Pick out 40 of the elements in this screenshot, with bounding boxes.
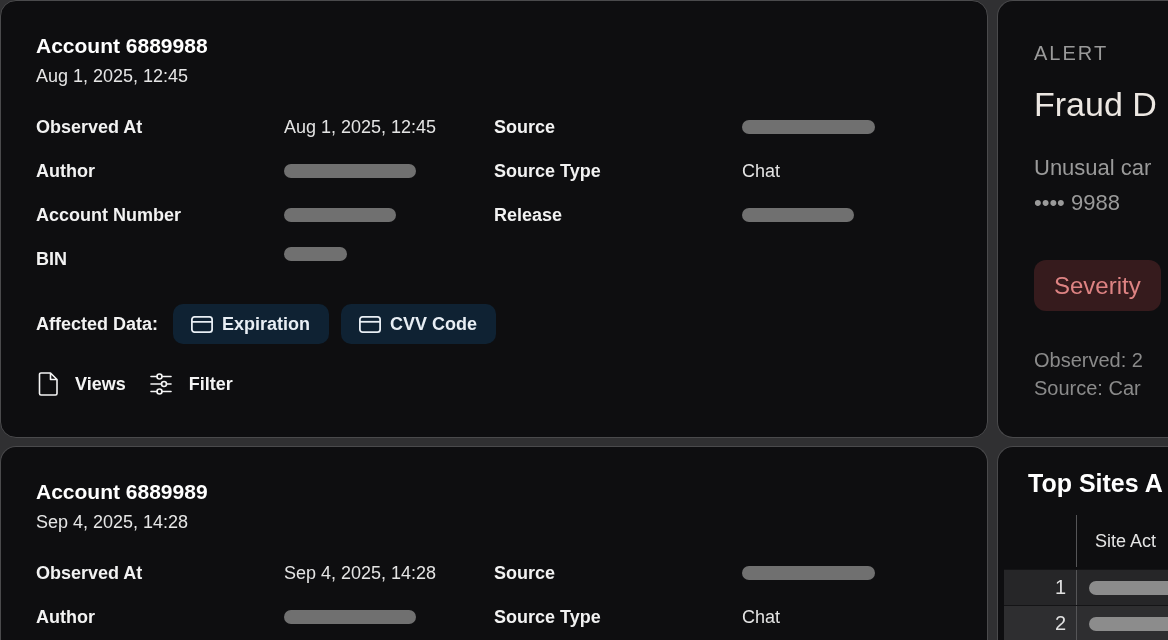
column-header: Site Act bbox=[1095, 530, 1157, 552]
alert-meta: Observed: 2 bbox=[1034, 348, 1143, 373]
field-label: BIN bbox=[36, 248, 67, 271]
alert-meta: Source: Car bbox=[1034, 376, 1142, 401]
field-value: Chat bbox=[742, 606, 781, 629]
field-label: Observed At bbox=[36, 116, 143, 139]
card-title: Top Sites A bbox=[1028, 468, 1163, 499]
account-date: Sep 4, 2025, 14:28 bbox=[36, 511, 189, 534]
document-icon bbox=[38, 372, 58, 396]
field-label: Account Number bbox=[36, 204, 181, 227]
field-label: Observed At bbox=[36, 562, 143, 585]
field-label: Author bbox=[36, 160, 95, 183]
credit-card-icon bbox=[359, 315, 382, 333]
tag-label: CVV Code bbox=[390, 313, 478, 335]
row-number: 2 bbox=[1054, 612, 1066, 635]
severity-badge: Severity bbox=[1034, 260, 1161, 311]
field-label: Author bbox=[36, 606, 95, 629]
field-label: Source Type bbox=[494, 606, 601, 629]
field-value: Sep 4, 2025, 14:28 bbox=[284, 562, 437, 585]
field-value: Aug 1, 2025, 12:45 bbox=[284, 116, 437, 139]
field-value: Chat bbox=[742, 160, 781, 183]
filter-button[interactable]: Filter bbox=[149, 372, 233, 396]
field-label: Source Type bbox=[494, 160, 601, 183]
account-title: Account 6889989 bbox=[36, 479, 208, 505]
credit-card-icon bbox=[191, 315, 214, 333]
field-label: Source bbox=[494, 116, 556, 139]
redacted-value-bar bbox=[284, 247, 347, 261]
account-date: Aug 1, 2025, 12:45 bbox=[36, 65, 189, 88]
account-title: Account 6889988 bbox=[36, 33, 208, 59]
row-number: 1 bbox=[1054, 576, 1066, 599]
alert-description: •••• 9988 bbox=[1034, 189, 1121, 217]
affected-data-label: Affected Data: bbox=[36, 313, 159, 335]
field-label: Release bbox=[494, 204, 563, 227]
alert-description: Unusual car bbox=[1034, 154, 1152, 182]
views-button[interactable]: Views bbox=[38, 372, 126, 396]
tag-label: Expiration bbox=[222, 313, 311, 335]
alert-eyebrow: ALERT bbox=[1034, 41, 1109, 66]
field-label: Source bbox=[494, 562, 556, 585]
sliders-icon bbox=[149, 373, 172, 395]
alert-title: Fraud D bbox=[1034, 84, 1157, 125]
